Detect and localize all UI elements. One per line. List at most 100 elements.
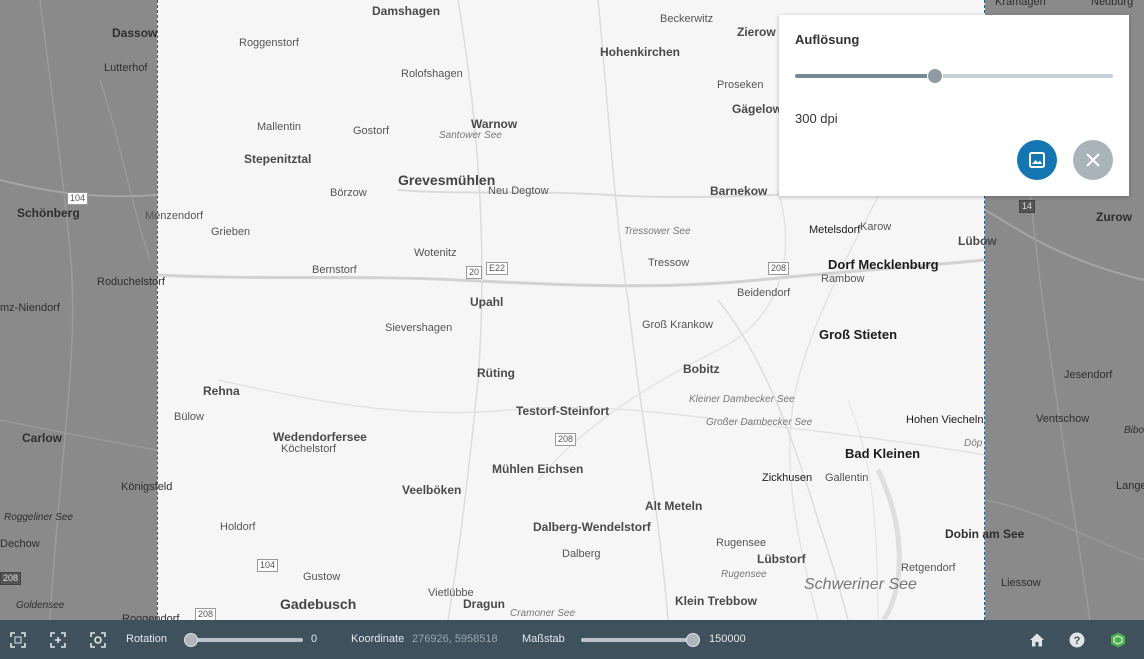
map-label: Zickhusen (762, 472, 813, 484)
map-label: Dassow (112, 26, 158, 40)
map-label: Groß Stieten (819, 327, 898, 342)
map-label: Gadebusch (280, 596, 357, 612)
map-label: Roggenstorf (239, 37, 299, 49)
map-label: Bad Kleinen (845, 446, 921, 461)
map-label: Gostorf (353, 125, 390, 137)
map-label: Schönberg (17, 206, 80, 220)
map-label: Rolofshagen (401, 68, 463, 80)
app-logo[interactable] (1109, 631, 1127, 649)
map-label: Hohen Viecheln (906, 414, 984, 426)
map-label: Grieben (211, 226, 251, 238)
road-shield: 14 (1019, 200, 1036, 213)
close-panel-button[interactable] (1073, 140, 1113, 180)
zoom-extent-button[interactable] (49, 631, 67, 649)
map-label: Alt Meteln (645, 499, 703, 513)
road-shield: E22 (486, 262, 509, 275)
map-label: Börzow (330, 187, 367, 199)
map-label: Hohenkirchen (600, 45, 681, 59)
map-label: Testorf-Steinfort (516, 404, 610, 418)
map-label: Barnekow (710, 184, 768, 198)
road-shield: 208 (195, 608, 217, 620)
map-label: Upahl (470, 295, 504, 309)
map-label: Veelböken (402, 483, 462, 497)
dpi-slider[interactable] (795, 68, 1113, 84)
map-label: Retgendorf (901, 562, 956, 574)
home-icon (1030, 633, 1044, 647)
map-label: Köchelstorf (281, 443, 337, 455)
map-label: Wotenitz (414, 247, 457, 259)
map-label: Dalberg (562, 548, 601, 560)
fullscreen-button[interactable] (9, 631, 27, 649)
map-label: Neu Degtow (488, 185, 549, 197)
map-label: Mühlen Eichsen (492, 462, 584, 476)
map-label: Lange (1116, 480, 1144, 492)
locate-button[interactable] (89, 631, 107, 649)
map-label: Damshagen (372, 4, 441, 18)
map-label: mz-Niendorf (0, 302, 60, 314)
scale-slider[interactable] (581, 633, 700, 647)
map-label: Gallentin (825, 472, 869, 484)
map-label: Kleiner Dambecker See (689, 394, 795, 405)
map-label: Jesendorf (1064, 369, 1113, 381)
map-label: Lutterhof (104, 62, 148, 74)
map-label: Zierow (737, 25, 776, 39)
svg-text:?: ? (1074, 635, 1081, 647)
map-label: Sievershagen (385, 322, 453, 334)
map-label: Bülow (174, 411, 204, 423)
map-label: Zurow (1096, 210, 1132, 224)
home-button[interactable] (1028, 631, 1046, 649)
map-label: Königsfeld (121, 481, 173, 493)
road-shield: 208 (0, 572, 22, 585)
map-label: Grevesmühlen (398, 172, 496, 188)
road-shield: 104 (67, 192, 89, 205)
map-label: Carlow (22, 431, 63, 445)
resolution-title: Auflösung (795, 32, 860, 47)
map-label: Bibo (1124, 425, 1144, 436)
dpi-slider-thumb[interactable] (926, 68, 943, 84)
map-label: Rugensee (721, 569, 767, 580)
dpi-value: 300 dpi (795, 111, 838, 126)
print-resolution-panel: Auflösung 300 dpi (779, 15, 1129, 196)
map-label: Proseken (717, 79, 764, 91)
rotation-slider[interactable] (184, 633, 303, 647)
map-label: Roggendorf (122, 613, 180, 620)
map-label: Lübow (958, 234, 997, 248)
map-label: Dorf Mecklenburg (828, 257, 939, 272)
map-label: Goldensee (16, 600, 65, 611)
map-label: Dragun (463, 597, 505, 611)
map-label: Ventschow (1036, 413, 1090, 425)
locate-icon (90, 632, 106, 648)
map-label: Lübstorf (757, 552, 806, 566)
print-image-button[interactable] (1017, 140, 1057, 180)
scale-slider-thumb[interactable] (686, 633, 700, 647)
image-icon (1029, 152, 1045, 168)
map-label: Dobin am See (945, 527, 1025, 541)
map-label: Gustow (303, 571, 341, 583)
help-button[interactable]: ? (1068, 631, 1086, 649)
map-label: Karow (860, 221, 892, 233)
map-label: Schweriner See (804, 576, 917, 593)
map-label: Metelsdorf (809, 224, 861, 236)
map-label: Krämagen (995, 0, 1046, 8)
map-label: Santower See (439, 130, 502, 141)
map-label: Klein Trebbow (675, 594, 758, 608)
map-label: Mallentin (257, 121, 302, 133)
road-shield: 208 (768, 262, 790, 275)
app-logo-icon (1111, 632, 1125, 648)
rotation-label: Rotation (126, 633, 167, 645)
coordinate-value: 276926, 5958518 (412, 633, 498, 645)
map-label: Wedendorfersee (273, 430, 367, 444)
map-label: Tressow (648, 257, 690, 269)
map-label: Groß Krankow (642, 319, 713, 331)
map-label: Bobitz (683, 362, 720, 376)
map-label: Beidendorf (737, 287, 791, 299)
fullscreen-icon (10, 632, 26, 648)
dpi-slider-fill (795, 74, 935, 78)
map-label: Holdorf (220, 521, 256, 533)
scale-label: Maßstab (522, 633, 565, 645)
map-label: Warnow (471, 117, 518, 131)
scale-value: 150000 (709, 633, 746, 645)
close-icon (1086, 153, 1100, 167)
map-label: Rugensee (716, 537, 767, 549)
rotation-slider-thumb[interactable] (184, 633, 198, 647)
